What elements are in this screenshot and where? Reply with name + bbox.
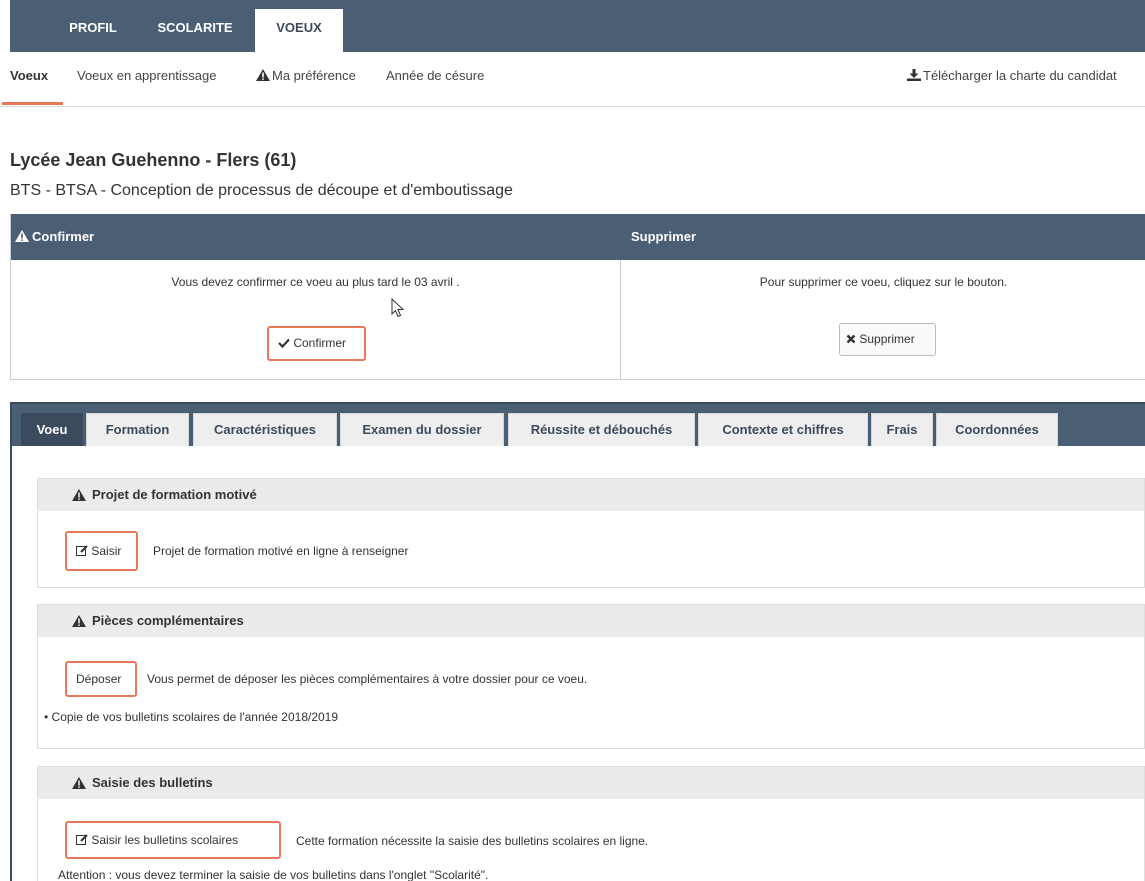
warning-icon (72, 615, 86, 627)
section-saisie-bulletins: Saisie des bulletins Saisir les bulletin… (37, 766, 1145, 881)
voeu-detail-panel: Voeu Formation Caractéristiques Examen d… (10, 402, 1145, 881)
mouse-cursor-icon (391, 298, 405, 318)
confirm-cell: Vous devez confirmer ce voeu au plus tar… (11, 260, 620, 380)
pieces-required-item: • Copie de vos bulletins scolaires de l'… (44, 710, 339, 724)
delete-button[interactable]: Supprimer (839, 323, 936, 356)
tab-reussite-debouches[interactable]: Réussite et débouchés (508, 413, 695, 446)
tab-voeu[interactable]: Voeu (21, 413, 83, 446)
tab-profil[interactable]: PROFIL (50, 9, 136, 52)
tab-contexte-chiffres[interactable]: Contexte et chiffres (698, 413, 868, 446)
download-charter-link[interactable]: Télécharger la charte du candidat (907, 68, 1117, 83)
confirm-button[interactable]: Confirmer (271, 330, 362, 357)
warning-icon (256, 69, 270, 81)
projet-description: Projet de formation motivé en ligne à re… (153, 544, 409, 558)
school-title: Lycée Jean Guehenno - Flers (61) (10, 150, 297, 170)
saisir-bulletins-button[interactable]: Saisir les bulletins scolaires (69, 825, 277, 855)
sub-nav: Voeux Voeux en apprentissage Ma préféren… (0, 52, 1145, 107)
top-nav: PROFIL SCOLARITE VOEUX (10, 0, 1145, 52)
formation-title: BTS - BTSA - Conception de processus de … (10, 182, 513, 199)
section-title: Projet de formation motivé (92, 487, 257, 502)
tab-frais[interactable]: Frais (871, 413, 933, 446)
deposer-button[interactable]: Déposer (69, 665, 133, 693)
delete-header: Supprimer (621, 214, 1145, 260)
close-icon (846, 334, 856, 344)
confirm-button-label: Confirmer (293, 336, 347, 350)
delete-cell: Pour supprimer ce voeu, cliquez sur le b… (621, 260, 1145, 380)
download-icon (907, 69, 921, 81)
active-tab-underline (2, 102, 63, 105)
confirm-header-label: Confirmer (32, 229, 95, 244)
subnav-voeux[interactable]: Voeux (10, 68, 48, 83)
confirm-header: Confirmer (11, 214, 621, 260)
bulletins-note: Attention : vous devez terminer la saisi… (58, 868, 489, 881)
tab-caracteristiques[interactable]: Caractéristiques (193, 413, 337, 446)
pieces-description: Vous permet de déposer les pièces complé… (147, 672, 588, 686)
section-header: Projet de formation motivé (38, 479, 1144, 511)
tab-formation[interactable]: Formation (86, 413, 189, 446)
section-pieces-complementaires: Pièces complémentaires Déposer Vous perm… (37, 604, 1145, 749)
confirm-delete-table: Confirmer Supprimer Vous devez confirmer… (10, 214, 1145, 380)
subnav-apprentissage[interactable]: Voeux en apprentissage (77, 68, 217, 83)
warning-icon (72, 777, 86, 789)
tab-examen-dossier[interactable]: Examen du dossier (340, 413, 504, 446)
delete-instruction-text: Pour supprimer ce voeu, cliquez sur le b… (759, 275, 1008, 289)
saisir-projet-button[interactable]: Saisir (69, 535, 134, 567)
subnav-preference-label: Ma préférence (272, 68, 356, 83)
confirm-deadline-text: Vous devez confirmer ce voeu au plus tar… (171, 275, 460, 289)
subnav-cesure[interactable]: Année de césure (386, 68, 484, 83)
section-title: Pièces complémentaires (92, 613, 244, 628)
section-projet-formation: Projet de formation motivé Saisir Projet… (37, 478, 1145, 588)
warning-icon (72, 489, 86, 501)
warning-icon (15, 230, 29, 242)
edit-icon (76, 545, 88, 556)
tab-coordonnees[interactable]: Coordonnées (936, 413, 1058, 446)
tab-voeux[interactable]: VOEUX (255, 9, 343, 52)
bulletins-description: Cette formation nécessite la saisie des … (296, 834, 649, 848)
panel-tab-bar: Voeu Formation Caractéristiques Examen d… (12, 404, 1145, 446)
section-title: Saisie des bulletins (92, 775, 213, 790)
saisir-bulletins-label: Saisir les bulletins scolaires (91, 833, 239, 847)
delete-button-label: Supprimer (859, 332, 915, 346)
saisir-button-label: Saisir (91, 544, 122, 558)
subnav-preference[interactable]: Ma préférence (256, 68, 356, 83)
section-header: Pièces complémentaires (38, 605, 1144, 637)
edit-icon (76, 834, 88, 845)
download-charter-label: Télécharger la charte du candidat (923, 68, 1117, 83)
tab-scolarite[interactable]: SCOLARITE (136, 9, 254, 52)
check-icon (278, 338, 290, 348)
section-header: Saisie des bulletins (38, 767, 1144, 799)
